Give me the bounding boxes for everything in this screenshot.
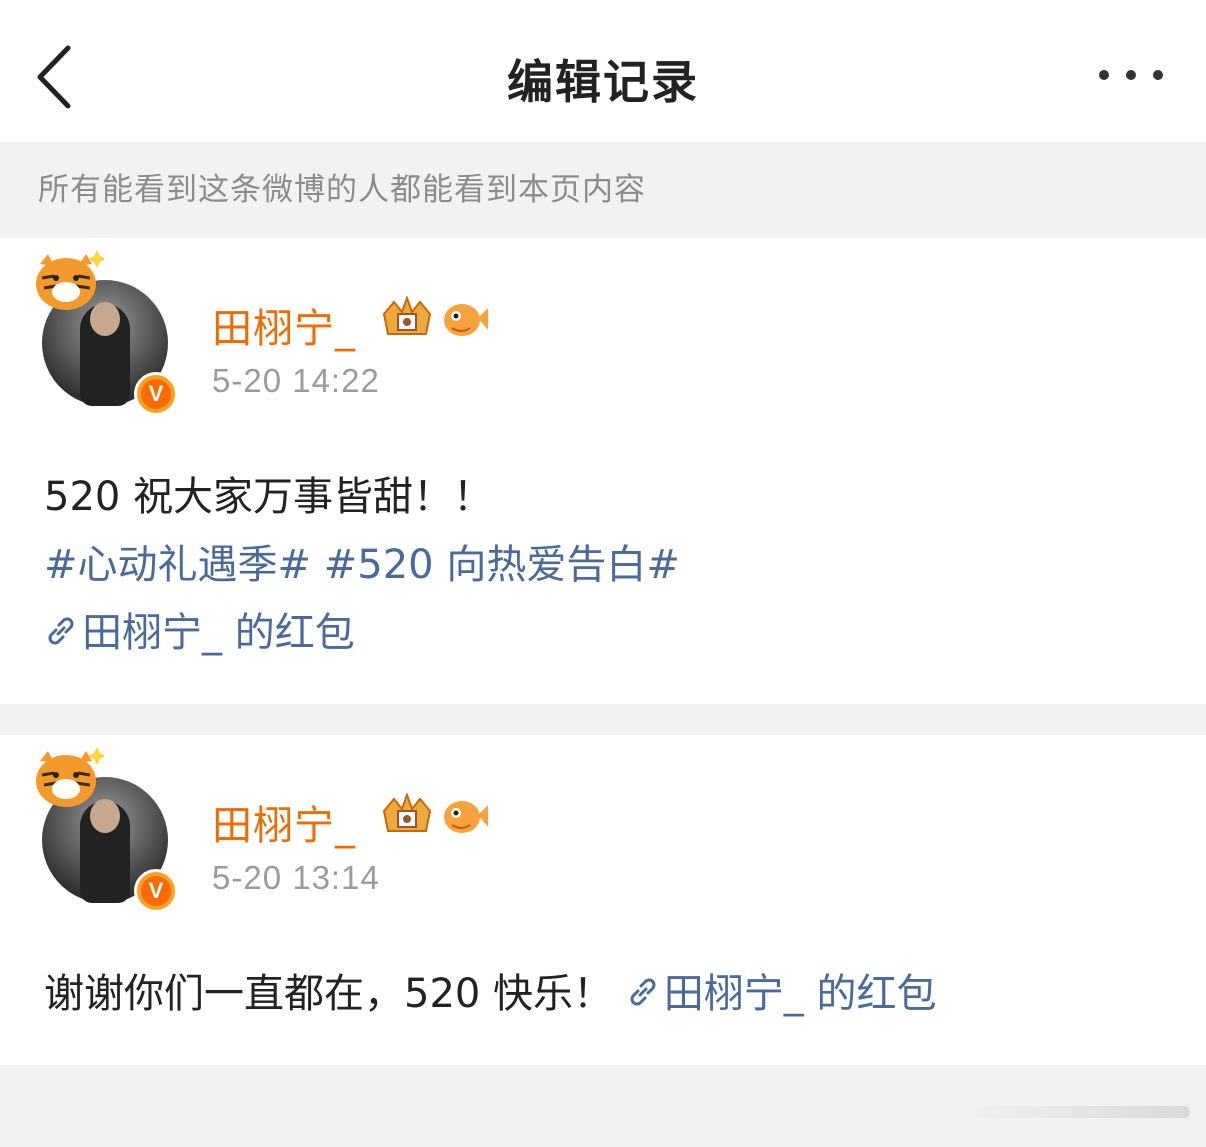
hashtag-link[interactable]: #520 向热爱告白# bbox=[311, 542, 680, 588]
verified-badge: V bbox=[134, 869, 178, 913]
red-packet-link[interactable]: 田栩宁_ 的红包 bbox=[44, 600, 355, 658]
hashtag-line: #心动礼遇季# #520 向热爱告白# bbox=[44, 532, 680, 590]
tiger-pendant-icon bbox=[36, 747, 104, 807]
crown-badge-icon bbox=[382, 793, 432, 832]
top-bar: 编辑记录 bbox=[0, 0, 1206, 142]
verified-badge: V bbox=[134, 372, 178, 416]
visibility-notice: 所有能看到这条微博的人都能看到本页内容 bbox=[38, 172, 646, 208]
link-icon bbox=[630, 978, 656, 1006]
hashtag-link[interactable]: #心动礼遇季# bbox=[44, 542, 311, 588]
home-indicator bbox=[950, 1106, 1190, 1118]
edit-record-card: V 田栩宁_ 5-20 13:14 谢谢你们一直都在，520 快乐！ 田栩宁_ … bbox=[0, 735, 1206, 1065]
post-text: 谢谢你们一直都在，520 快乐！ 田栩宁_ 的红包 bbox=[44, 961, 937, 1019]
red-packet-link[interactable]: 田栩宁_ 的红包 bbox=[626, 971, 937, 1017]
edit-record-card: V 田栩宁_ 5-20 14:22 520 祝大家万事皆甜！！ #心动礼遇季# … bbox=[0, 238, 1206, 704]
verified-v-icon: V bbox=[141, 379, 171, 409]
post-time: 5-20 14:22 bbox=[212, 362, 380, 399]
pufferfish-badge-icon bbox=[444, 304, 488, 336]
link-icon bbox=[48, 617, 74, 645]
page-title: 编辑记录 bbox=[507, 55, 699, 109]
avatar[interactable]: V bbox=[36, 250, 178, 416]
red-packet-link-label: 田栩宁_ 的红包 bbox=[82, 610, 355, 656]
crown-badge-icon bbox=[382, 296, 432, 335]
post-time: 5-20 13:14 bbox=[212, 859, 380, 896]
author-name[interactable]: 田栩宁_ bbox=[212, 793, 356, 851]
post-text-line: 谢谢你们一直都在，520 快乐！ bbox=[44, 971, 614, 1017]
verified-v-icon: V bbox=[141, 876, 171, 906]
more-button[interactable] bbox=[1096, 60, 1166, 90]
post-text: 520 祝大家万事皆甜！！ bbox=[44, 464, 493, 522]
author-name[interactable]: 田栩宁_ bbox=[212, 296, 356, 354]
red-packet-link-label: 田栩宁_ 的红包 bbox=[663, 971, 937, 1017]
tiger-pendant-icon bbox=[36, 250, 104, 310]
pufferfish-badge-icon bbox=[444, 801, 488, 833]
avatar[interactable]: V bbox=[36, 747, 178, 913]
post-text-line: 520 祝大家万事皆甜！！ bbox=[44, 474, 494, 520]
more-horizontal-icon bbox=[1099, 70, 1163, 80]
